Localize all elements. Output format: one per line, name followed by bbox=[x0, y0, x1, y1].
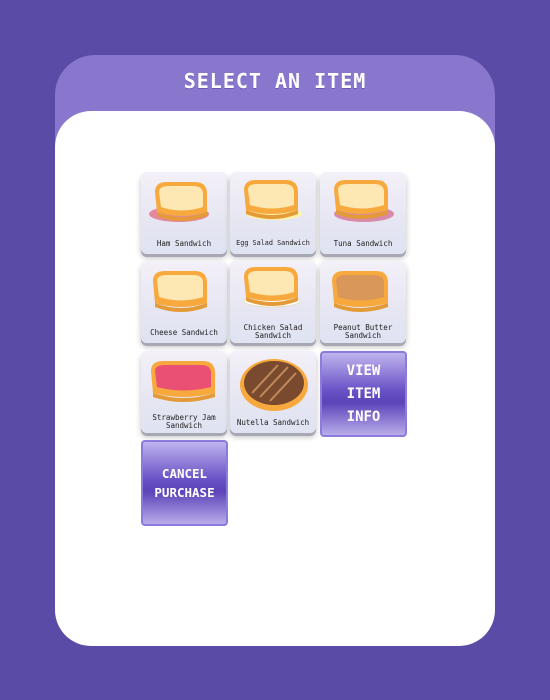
item-label: Nutella Sandwich bbox=[236, 417, 310, 427]
item-strawberry-jam-sandwich[interactable]: Strawberry Jam Sandwich bbox=[141, 351, 227, 433]
item-nutella-sandwich[interactable]: Nutella Sandwich bbox=[230, 351, 316, 433]
item-label: Tuna Sandwich bbox=[333, 238, 393, 248]
item-peanut-butter-sandwich[interactable]: Peanut Butter Sandwich bbox=[320, 261, 406, 343]
tuna-sandwich-icon bbox=[334, 180, 394, 222]
item-label: Cheese Sandwich bbox=[150, 327, 218, 337]
chicken-salad-sandwich-icon bbox=[243, 267, 301, 308]
egg-salad-sandwich-icon bbox=[244, 180, 302, 220]
cheese-sandwich-icon bbox=[153, 271, 207, 312]
view-item-info-label: VIEW ITEM INFO bbox=[346, 362, 381, 425]
peanut-butter-sandwich-icon bbox=[332, 271, 388, 312]
view-item-info-button[interactable]: VIEW ITEM INFO bbox=[320, 351, 407, 437]
item-egg-salad-sandwich[interactable]: Egg Salad Sandwich bbox=[230, 172, 316, 254]
item-label: Ham Sandwich bbox=[156, 238, 212, 248]
ham-sandwich-icon bbox=[149, 182, 209, 222]
item-label: Chicken Salad Sandwich bbox=[243, 323, 303, 340]
item-label: Strawberry Jam Sandwich bbox=[152, 413, 216, 430]
item-ham-sandwich[interactable]: Ham Sandwich bbox=[141, 172, 227, 254]
cancel-purchase-label: CANCEL PURCHASE bbox=[154, 466, 215, 500]
nutella-sandwich-icon bbox=[240, 359, 308, 411]
cancel-purchase-button[interactable]: CANCEL PURCHASE bbox=[141, 440, 228, 526]
item-cheese-sandwich[interactable]: Cheese Sandwich bbox=[141, 261, 227, 343]
dialog-title: SELECT AN ITEM bbox=[183, 69, 367, 93]
strawberry-jam-sandwich-icon bbox=[151, 361, 215, 402]
item-tuna-sandwich[interactable]: Tuna Sandwich bbox=[320, 172, 406, 254]
item-label: Peanut Butter Sandwich bbox=[333, 323, 393, 340]
item-chicken-salad-sandwich[interactable]: Chicken Salad Sandwich bbox=[230, 261, 316, 343]
item-label: Egg Salad Sandwich bbox=[236, 238, 310, 247]
